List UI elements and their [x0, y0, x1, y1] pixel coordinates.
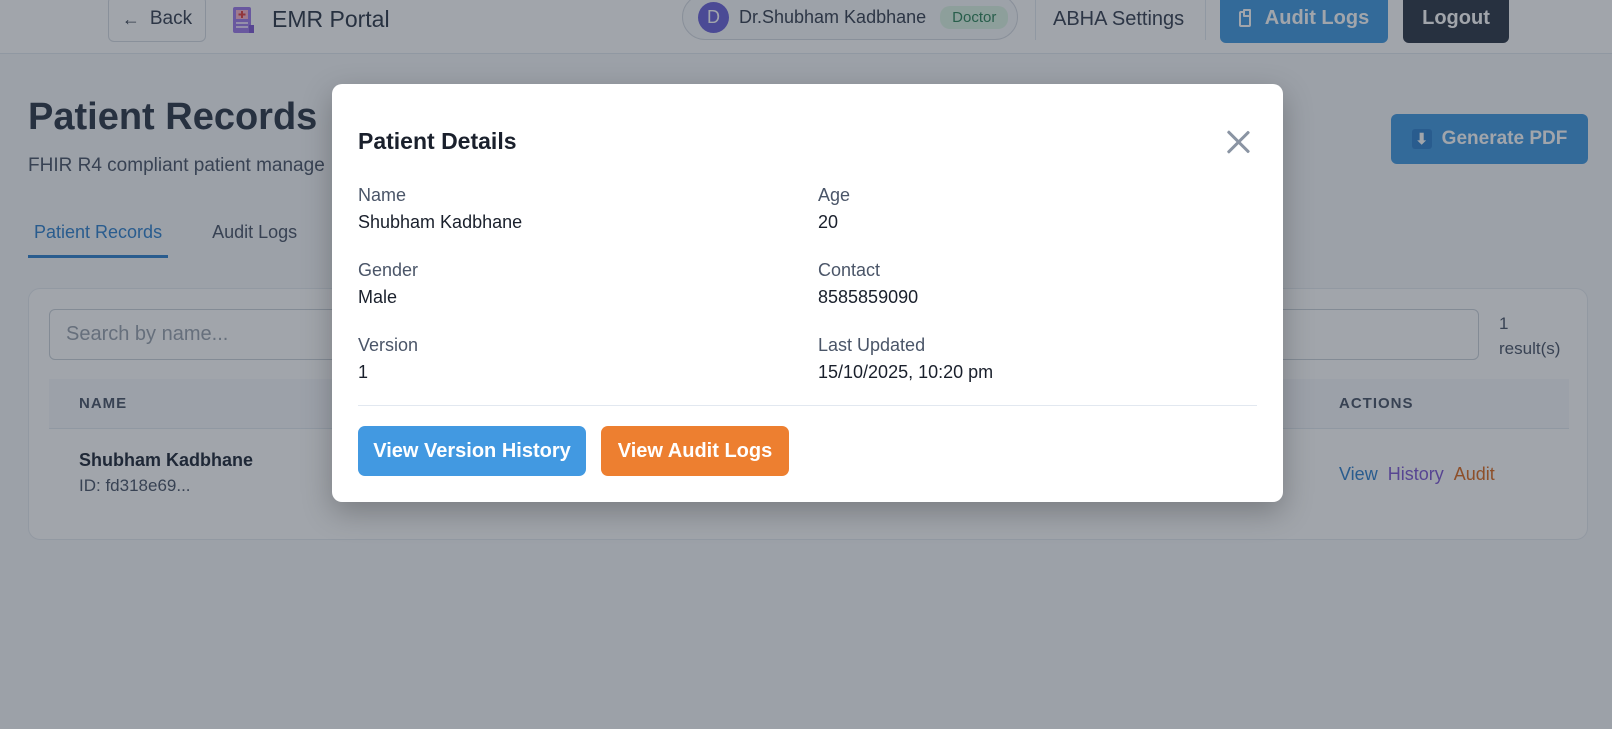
last-updated-value: 15/10/2025, 10:20 pm [818, 362, 994, 382]
age-value: 20 [818, 212, 839, 232]
name-value: Shubham Kadbhane [358, 212, 523, 232]
contact-label: Contact [818, 260, 881, 280]
gender-value: Male [358, 287, 398, 307]
gender-label: Gender [358, 260, 419, 280]
contact-value: 8585859090 [818, 287, 919, 307]
patient-details-modal: Patient Details Name Shubham Kadbhane Ag… [332, 84, 1283, 502]
last-updated-label: Last Updated [818, 335, 926, 355]
view-audit-logs-button[interactable]: View Audit Logs [601, 426, 789, 476]
modal-title: Patient Details [358, 128, 517, 154]
name-label: Name [358, 185, 407, 205]
modal-divider [358, 405, 1257, 406]
close-icon[interactable] [1225, 129, 1251, 155]
age-label: Age [818, 185, 851, 205]
view-version-history-button[interactable]: View Version History [358, 426, 586, 476]
version-label: Version [358, 335, 419, 355]
version-value: 1 [358, 362, 369, 382]
